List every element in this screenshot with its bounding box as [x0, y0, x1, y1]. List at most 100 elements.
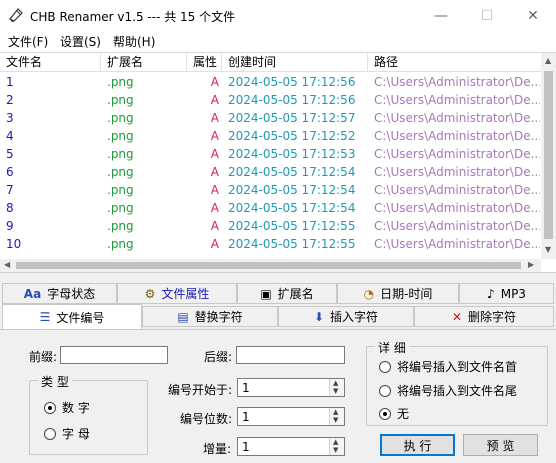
- detail-group: 详 细 将编号插入到文件名首 将编号插入到文件名尾 无: [366, 339, 548, 426]
- insert-none-radio[interactable]: 无: [379, 405, 409, 422]
- tab-mp3[interactable]: ♪ MP3: [459, 283, 554, 304]
- cell-extension: .png: [107, 93, 134, 107]
- tab-date-time[interactable]: ◔ 日期-时间: [337, 283, 459, 304]
- scroll-up-arrow-icon[interactable]: ▲: [545, 56, 551, 65]
- prefix-input[interactable]: [60, 346, 168, 364]
- column-header-filename[interactable]: 文件名: [0, 53, 101, 72]
- increment-stepper[interactable]: 1 ▲ ▼: [237, 437, 345, 456]
- type-number-radio[interactable]: 数 字: [44, 399, 90, 416]
- cell-path: C:\Users\Administrator\De...: [374, 219, 540, 233]
- vertical-scrollbar[interactable]: ▲ ▼: [541, 53, 556, 259]
- column-header-path[interactable]: 路径: [368, 53, 541, 72]
- menu-bar: 文件(F) 设置(S) 帮助(H): [0, 31, 556, 51]
- suffix-input[interactable]: [236, 346, 345, 364]
- spin-up-icon[interactable]: ▲: [333, 438, 338, 446]
- column-header-attribute[interactable]: 属性: [187, 53, 222, 72]
- tab-file-attributes[interactable]: ⚙ 文件属性: [117, 283, 237, 304]
- execute-button[interactable]: 执 行: [380, 434, 455, 456]
- start-stepper[interactable]: 1 ▲ ▼: [237, 378, 345, 397]
- table-row[interactable]: 4 .png A 2024-05-05 17:12:52 C:\Users\Admini…: [0, 127, 541, 145]
- cell-filename: 2: [6, 93, 14, 107]
- insert-head-radio[interactable]: 将编号插入到文件名首: [379, 358, 517, 375]
- cell-extension: .png: [107, 237, 134, 251]
- tab-label: 删除字符: [468, 310, 517, 324]
- cell-attribute: A: [210, 147, 219, 161]
- menu-file[interactable]: 文件(F): [8, 33, 48, 50]
- tab-insert-characters[interactable]: ⬇ 插入字符: [278, 306, 414, 327]
- table-row[interactable]: 6 .png A 2024-05-05 17:12:54 C:\Users\Admini…: [0, 163, 541, 181]
- table-row[interactable]: 5 .png A 2024-05-05 17:12:53 C:\Users\Admini…: [0, 145, 541, 163]
- digits-stepper[interactable]: 1 ▲ ▼: [237, 407, 345, 426]
- table-row[interactable]: 9 .png A 2024-05-05 17:12:55 C:\Users\Admini…: [0, 217, 541, 235]
- scroll-left-arrow-icon[interactable]: ◀: [4, 260, 10, 269]
- type-group: 类 型 数 字 字 母: [29, 373, 148, 455]
- type-letter-radio[interactable]: 字 母: [44, 425, 90, 442]
- cell-created-time: 2024-05-05 17:12:52: [228, 129, 356, 143]
- cell-filename: 4: [6, 129, 14, 143]
- cell-extension: .png: [107, 183, 134, 197]
- table-row[interactable]: 7 .png A 2024-05-05 17:12:54 C:\Users\Admini…: [0, 181, 541, 199]
- cell-extension: .png: [107, 129, 134, 143]
- cell-created-time: 2024-05-05 17:12:55: [228, 237, 356, 251]
- tab-file-numbering[interactable]: ☰ 文件编号: [2, 304, 142, 330]
- vertical-scroll-thumb[interactable]: [544, 71, 553, 239]
- tab-label: 文件属性: [161, 287, 210, 301]
- numbered-list-icon: ☰: [39, 310, 51, 324]
- horizontal-scrollbar[interactable]: ◀ ▶: [0, 259, 541, 272]
- cell-attribute: A: [210, 183, 219, 197]
- start-label: 编号开始于:: [168, 383, 233, 397]
- cell-created-time: 2024-05-05 17:12:57: [228, 111, 356, 125]
- maximize-button[interactable]: ☐: [464, 0, 510, 31]
- start-value: 1: [242, 381, 250, 395]
- tab-delete-characters[interactable]: ✕ 删除字符: [414, 306, 554, 327]
- cell-attribute: A: [210, 165, 219, 179]
- cell-created-time: 2024-05-05 17:12:54: [228, 201, 356, 215]
- spin-down-icon[interactable]: ▼: [333, 387, 338, 395]
- file-list[interactable]: 文件名 扩展名 属性 创建时间 路径 1 .png A 2024-05-05 17:1…: [0, 52, 556, 272]
- tab-replace-characters[interactable]: ▤ 替换字符: [142, 306, 278, 327]
- spin-down-icon[interactable]: ▼: [333, 446, 338, 454]
- spin-up-icon[interactable]: ▲: [333, 379, 338, 387]
- detail-group-title: 详 细: [375, 339, 409, 356]
- table-row[interactable]: 10 .png A 2024-05-05 17:12:55 C:\Users\Admin…: [0, 235, 541, 253]
- scroll-down-arrow-icon[interactable]: ▼: [545, 245, 551, 254]
- spin-down-icon[interactable]: ▼: [333, 416, 338, 424]
- tab-extension[interactable]: ▣ 扩展名: [237, 283, 337, 304]
- column-header-extension[interactable]: 扩展名: [101, 53, 187, 72]
- preview-button[interactable]: 预 览: [463, 434, 538, 456]
- title-bar: CHB Renamer v1.5 --- 共 15 个文件 — ☐ ✕: [0, 0, 556, 31]
- insert-tail-radio[interactable]: 将编号插入到文件名尾: [379, 382, 517, 399]
- menu-help[interactable]: 帮助(H): [113, 33, 155, 50]
- tab-label: 插入字符: [330, 310, 379, 324]
- menu-settings[interactable]: 设置(S): [60, 33, 101, 50]
- table-row[interactable]: 1 .png A 2024-05-05 17:12:56 C:\Users\Admini…: [0, 73, 541, 91]
- cell-created-time: 2024-05-05 17:12:56: [228, 93, 356, 107]
- tab-letter-case[interactable]: Aa 字母状态: [2, 283, 117, 304]
- cell-extension: .png: [107, 75, 134, 89]
- cell-extension: .png: [107, 165, 134, 179]
- cell-path: C:\Users\Administrator\De...: [374, 147, 540, 161]
- cell-filename: 10: [6, 237, 22, 251]
- scroll-right-arrow-icon[interactable]: ▶: [528, 260, 534, 269]
- close-button[interactable]: ✕: [510, 0, 556, 31]
- cell-path: C:\Users\Administrator\De...: [374, 93, 540, 107]
- cell-created-time: 2024-05-05 17:12:54: [228, 165, 356, 179]
- tab-label: MP3: [500, 286, 526, 301]
- cell-created-time: 2024-05-05 17:12:56: [228, 75, 356, 89]
- cell-path: C:\Users\Administrator\De...: [374, 165, 540, 179]
- digits-label: 编号位数:: [180, 412, 233, 426]
- table-row[interactable]: 8 .png A 2024-05-05 17:12:54 C:\Users\Admini…: [0, 199, 541, 217]
- spin-up-icon[interactable]: ▲: [333, 408, 338, 416]
- cell-filename: 9: [6, 219, 14, 233]
- cell-extension: .png: [107, 219, 134, 233]
- horizontal-scroll-thumb[interactable]: [16, 262, 521, 269]
- table-row[interactable]: 3 .png A 2024-05-05 17:12:57 C:\Users\Admini…: [0, 109, 541, 127]
- cell-created-time: 2024-05-05 17:12:53: [228, 147, 356, 161]
- table-row[interactable]: 2 .png A 2024-05-05 17:12:56 C:\Users\Admini…: [0, 91, 541, 109]
- minimize-button[interactable]: —: [418, 0, 464, 31]
- column-header-created-time[interactable]: 创建时间: [222, 53, 368, 72]
- cell-filename: 5: [6, 147, 14, 161]
- gear-icon: ⚙: [144, 286, 156, 301]
- cell-attribute: A: [210, 201, 219, 215]
- cell-path: C:\Users\Administrator\De...: [374, 129, 540, 143]
